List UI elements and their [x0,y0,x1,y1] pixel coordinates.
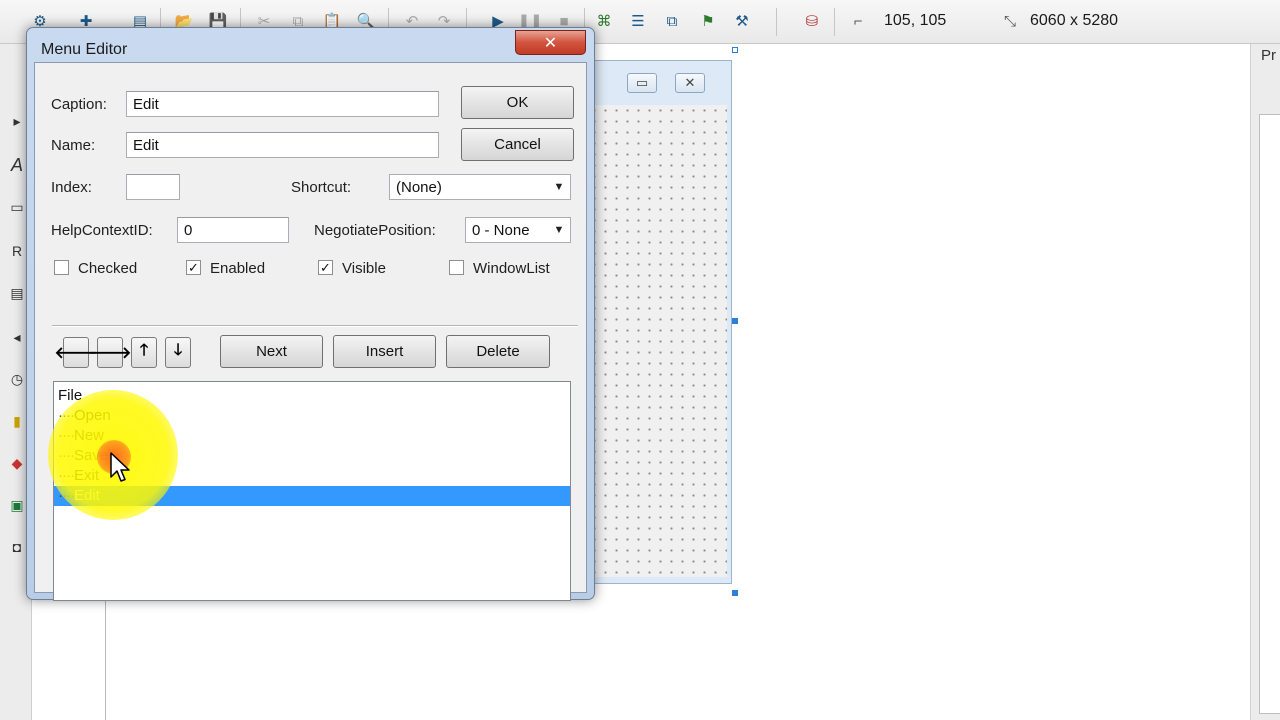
size-icon: ⤡ [1003,12,1016,30]
cancel-button[interactable]: Cancel [461,128,574,161]
menu-outline-list[interactable]: File ····Open ····New ····Save ····Exit … [53,381,571,601]
shape-tool-icon[interactable]: ◆ [6,452,28,474]
close-button[interactable]: ✕ [515,30,586,55]
enabled-label: Enabled [210,260,266,277]
close-icon: ✕ [543,34,558,52]
list-item[interactable]: ····Open [54,406,570,426]
form-layout-icon[interactable]: ⧉ [660,9,684,33]
list-item[interactable]: ····New [54,426,570,446]
list-item-label: File [58,387,83,404]
indent-dots: ···· [58,447,75,464]
data-view-icon[interactable]: ⛁ [800,9,824,33]
position-icon: ⌐ [853,12,863,30]
size-readout: 6060 x 5280 [1030,12,1119,29]
resize-handle[interactable] [732,318,738,324]
indent-dots: ···· [58,407,75,424]
frame-tool-icon[interactable]: ▭ [6,196,28,218]
pointer-tool-icon[interactable]: ▸ [6,110,28,132]
menu-editor-dialog: Menu Editor ✕ Caption: Edit OK Name: Edi… [26,27,595,601]
list-item-label: Save [73,447,109,464]
properties-window-icon[interactable]: ☰ [626,9,650,33]
list-item-label: Exit [73,467,99,484]
move-down-button[interactable]: 🡓 [165,337,191,368]
indent-dots: ···· [58,487,75,504]
enabled-checkbox[interactable]: ✓ [186,260,201,275]
chevron-down-icon[interactable]: ▼ [548,218,570,242]
checked-label: Checked [78,260,138,277]
shortcut-value: (None) [396,179,442,196]
name-field[interactable]: Edit [126,132,439,158]
properties-panel: Pr [1250,44,1280,720]
windowlist-checkbox[interactable] [449,260,464,275]
dialog-title: Menu Editor [41,41,128,58]
name-label: Name: [51,137,96,154]
list-item-label: Open [73,407,111,424]
dir-tool-icon[interactable]: ▮ [6,410,28,432]
arrow-down-icon: 🡓 [173,342,183,359]
indent-dots: ···· [58,427,75,444]
label-tool-icon[interactable]: A [6,154,28,176]
properties-list[interactable] [1259,114,1280,714]
toolbox-icon[interactable]: ⚒ [730,9,754,33]
project-explorer-icon[interactable]: ⌘ [592,9,616,33]
separator [52,325,578,327]
checked-checkbox[interactable] [54,260,69,275]
caption-field[interactable]: Edit [126,91,439,117]
list-item-label: New [73,427,104,444]
next-button[interactable]: Next [220,335,323,368]
negotiate-position-value: 0 - None [472,222,530,239]
timer-tool-icon[interactable]: ◷ [6,368,28,390]
list-item-label: Edit [73,487,100,504]
shortcut-select[interactable]: (None) ▼ [389,174,571,200]
list-item[interactable]: ····Exit [54,466,570,486]
negotiate-position-select[interactable]: 0 - None ▼ [465,217,571,243]
move-left-button[interactable]: 🡐 [55,337,97,368]
help-context-id-field[interactable]: 0 [177,217,289,243]
arrow-right-icon: 🡒 [88,345,132,362]
resize-handle[interactable] [732,590,738,596]
scrollbar-tool-icon[interactable]: ◂ [6,326,28,348]
chevron-down-icon[interactable]: ▼ [548,175,570,199]
move-up-button[interactable]: 🡑 [131,337,157,368]
toolbar-separator [834,8,835,36]
ole-tool-icon[interactable]: ◘ [6,536,28,558]
image-tool-icon[interactable]: ▣ [6,494,28,516]
ok-button[interactable]: OK [461,86,574,119]
list-item[interactable]: File [54,386,570,406]
caption-label: Caption: [51,96,107,113]
resize-handle[interactable] [732,47,738,53]
shortcut-label: Shortcut: [291,179,352,196]
designer-border [105,596,106,720]
list-item[interactable]: ····Save [54,446,570,466]
move-right-button[interactable]: 🡒 [89,337,131,368]
radio-tool-icon[interactable]: R [6,240,28,262]
insert-button[interactable]: Insert [333,335,436,368]
object-browser-icon[interactable]: ⚑ [696,9,720,33]
delete-button[interactable]: Delete [446,335,550,368]
list-item[interactable]: ····Edit [54,486,570,506]
negotiate-position-label: NegotiatePosition: [314,222,436,239]
dialog-client-area: Caption: Edit OK Name: Edit Cancel Index… [34,62,587,601]
visible-checkbox[interactable]: ✓ [318,260,333,275]
arrow-up-icon: 🡑 [139,342,149,359]
listbox-tool-icon[interactable]: ▤ [6,282,28,304]
position-readout: 105, 105 [884,12,947,29]
properties-panel-title: Pr [1261,47,1276,64]
form-maximize-icon[interactable]: ▭ [627,73,657,93]
windowlist-label: WindowList [473,260,550,277]
visible-label: Visible [342,260,386,277]
toolbar-separator [776,8,777,36]
index-field[interactable] [126,174,180,200]
form-close-icon[interactable]: ✕ [675,73,705,93]
help-context-id-label: HelpContextID: [51,222,153,239]
indent-dots: ···· [58,467,75,484]
index-label: Index: [51,179,92,196]
